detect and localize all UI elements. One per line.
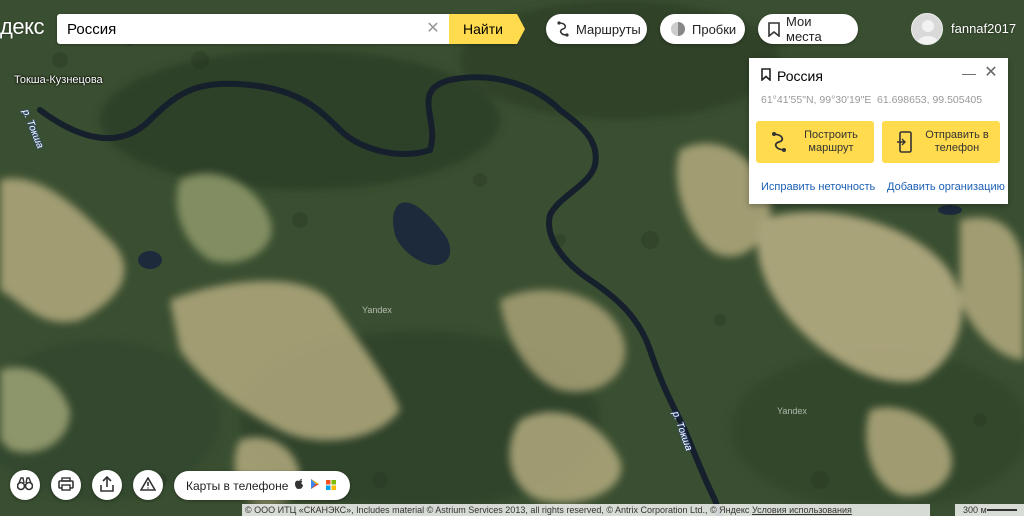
copyright-bar: © ООО ИТЦ «СКАНЭКС», Includes material ©… bbox=[242, 504, 930, 516]
panorama-button[interactable] bbox=[10, 470, 40, 500]
mobile-apps-button[interactable]: Карты в телефоне bbox=[174, 471, 350, 500]
apple-icon bbox=[294, 478, 304, 493]
yandex-logo[interactable]: декс bbox=[0, 14, 44, 40]
add-organization-link[interactable]: Добавить организацию bbox=[887, 181, 1005, 193]
card-title: Россия bbox=[761, 68, 823, 84]
avatar[interactable] bbox=[911, 13, 943, 45]
coordinates-dms[interactable]: 61°41'55"N, 99°30'19"E bbox=[761, 94, 871, 106]
traffic-icon bbox=[670, 21, 686, 37]
search-bar: ✕ Найти bbox=[57, 14, 525, 44]
send-to-phone-label: Отправить в телефон bbox=[925, 129, 989, 154]
warning-icon bbox=[139, 475, 157, 494]
place-card: Россия — ✕ 61°41'55"N, 99°30'19"E 61.698… bbox=[749, 58, 1008, 204]
minimize-icon[interactable]: — bbox=[961, 66, 977, 82]
binoculars-icon bbox=[16, 476, 34, 494]
routes-button[interactable]: Маршруты bbox=[546, 14, 647, 44]
phone-icon bbox=[890, 131, 920, 153]
share-icon bbox=[100, 475, 114, 495]
close-icon[interactable]: ✕ bbox=[983, 64, 999, 82]
fix-inaccuracy-link[interactable]: Исправить неточность bbox=[761, 181, 875, 193]
scale-label: 300 м bbox=[963, 505, 987, 515]
print-button[interactable] bbox=[51, 470, 81, 500]
yandex-watermark: Yandex bbox=[777, 406, 807, 416]
google-play-icon bbox=[310, 478, 320, 493]
search-button[interactable]: Найти bbox=[449, 14, 525, 44]
coordinates-decimal[interactable]: 61.698653, 99.505405 bbox=[877, 94, 982, 106]
my-places-button[interactable]: Мои места bbox=[758, 14, 858, 44]
copyright-text: © ООО ИТЦ «СКАНЭКС», Includes material ©… bbox=[245, 505, 750, 515]
windows-icon bbox=[326, 479, 337, 493]
bookmark-icon bbox=[768, 21, 780, 37]
report-button[interactable] bbox=[133, 470, 163, 500]
clear-icon[interactable]: ✕ bbox=[424, 20, 442, 38]
build-route-button[interactable]: Построить маршрут bbox=[756, 121, 874, 163]
terms-link[interactable]: Условия использования bbox=[752, 505, 852, 515]
place-label-toksha-kuznetsova[interactable]: Токша-Кузнецова bbox=[14, 74, 103, 86]
card-title-text: Россия bbox=[777, 68, 823, 84]
app-stores bbox=[294, 478, 337, 493]
traffic-label: Пробки bbox=[692, 21, 737, 37]
search-input[interactable] bbox=[57, 15, 437, 43]
map-scale: 300 м bbox=[955, 504, 1024, 516]
routes-label: Маршруты bbox=[576, 21, 641, 37]
bookmark-icon[interactable] bbox=[761, 68, 771, 84]
route-icon bbox=[556, 21, 570, 37]
traffic-button[interactable]: Пробки bbox=[660, 14, 745, 44]
route-icon bbox=[764, 132, 794, 152]
build-route-label: Построить маршрут bbox=[804, 129, 858, 154]
send-to-phone-button[interactable]: Отправить в телефон bbox=[882, 121, 1000, 163]
printer-icon bbox=[58, 476, 74, 494]
yandex-watermark: Yandex bbox=[362, 305, 392, 315]
share-button[interactable] bbox=[92, 470, 122, 500]
username[interactable]: fannaf2017 bbox=[951, 21, 1016, 36]
my-places-label: Мои места bbox=[786, 14, 822, 44]
mobile-apps-label: Карты в телефоне bbox=[186, 478, 289, 493]
scale-bar bbox=[987, 509, 1017, 511]
